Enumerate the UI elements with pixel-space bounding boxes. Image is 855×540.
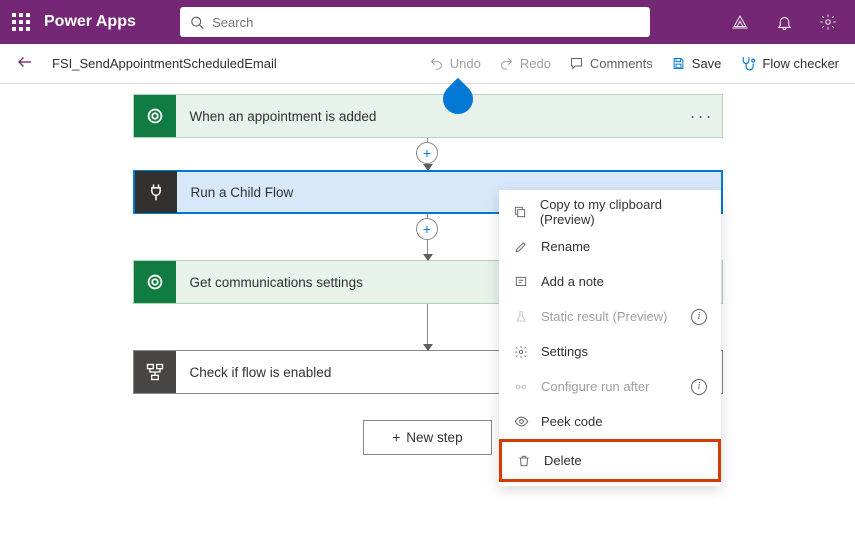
comment-icon xyxy=(569,56,584,71)
command-bar: FSI_SendAppointmentScheduledEmail Undo R… xyxy=(0,44,855,84)
flask-icon xyxy=(513,310,529,324)
redo-icon xyxy=(499,56,514,71)
app-launcher-icon[interactable] xyxy=(12,13,30,31)
dataverse-icon xyxy=(134,261,176,303)
notifications-icon[interactable] xyxy=(769,7,799,37)
add-step-button[interactable]: + xyxy=(416,142,438,164)
search-icon xyxy=(190,15,204,30)
back-button[interactable] xyxy=(16,53,34,74)
undo-button[interactable]: Undo xyxy=(429,56,481,71)
search-box[interactable] xyxy=(180,7,650,37)
link-icon xyxy=(513,380,529,394)
global-header: Power Apps xyxy=(0,0,855,44)
eye-icon xyxy=(513,414,529,429)
save-button[interactable]: Save xyxy=(671,56,722,71)
step-title: When an appointment is added xyxy=(176,109,682,124)
stethoscope-icon xyxy=(739,55,756,72)
delete-highlight: Delete xyxy=(499,439,721,482)
note-icon xyxy=(513,275,529,289)
menu-peek-code[interactable]: Peek code xyxy=(499,404,721,439)
menu-static-result: Static result (Preview) i xyxy=(499,299,721,334)
menu-copy[interactable]: Copy to my clipboard (Preview) xyxy=(499,194,721,229)
menu-delete[interactable]: Delete xyxy=(502,443,718,478)
app-title: Power Apps xyxy=(44,13,136,31)
save-icon xyxy=(671,56,686,71)
step-context-menu: Copy to my clipboard (Preview) Rename Ad… xyxy=(499,190,721,486)
flow-name: FSI_SendAppointmentScheduledEmail xyxy=(52,56,277,71)
redo-button[interactable]: Redo xyxy=(499,56,551,71)
plug-icon xyxy=(135,171,177,213)
menu-settings[interactable]: Settings xyxy=(499,334,721,369)
environment-icon[interactable] xyxy=(725,7,755,37)
flow-canvas: When an appointment is added ··· + Run a… xyxy=(0,84,855,540)
connector: i + xyxy=(0,214,855,260)
info-icon[interactable]: i xyxy=(691,309,707,325)
step-when-appointment-added[interactable]: When an appointment is added ··· xyxy=(133,94,723,138)
new-step-button[interactable]: + New step xyxy=(363,420,491,455)
gear-icon xyxy=(513,345,529,359)
flow-checker-button[interactable]: Flow checker xyxy=(739,55,839,72)
settings-icon[interactable] xyxy=(813,7,843,37)
trash-icon xyxy=(516,454,532,468)
copy-icon xyxy=(513,205,528,219)
menu-rename[interactable]: Rename xyxy=(499,229,721,264)
connector: + xyxy=(0,138,855,170)
undo-icon xyxy=(429,56,444,71)
connector xyxy=(0,304,855,350)
comments-button[interactable]: Comments xyxy=(569,56,653,71)
search-input[interactable] xyxy=(212,15,640,30)
dataverse-icon xyxy=(134,95,176,137)
plus-icon: + xyxy=(392,430,400,445)
add-step-button[interactable]: + xyxy=(416,218,438,240)
menu-configure-run-after: Configure run after i xyxy=(499,369,721,404)
menu-add-note[interactable]: Add a note xyxy=(499,264,721,299)
info-icon[interactable]: i xyxy=(691,379,707,395)
step-more-button[interactable]: ··· xyxy=(682,106,722,127)
condition-icon xyxy=(134,351,176,393)
pencil-icon xyxy=(513,240,529,254)
